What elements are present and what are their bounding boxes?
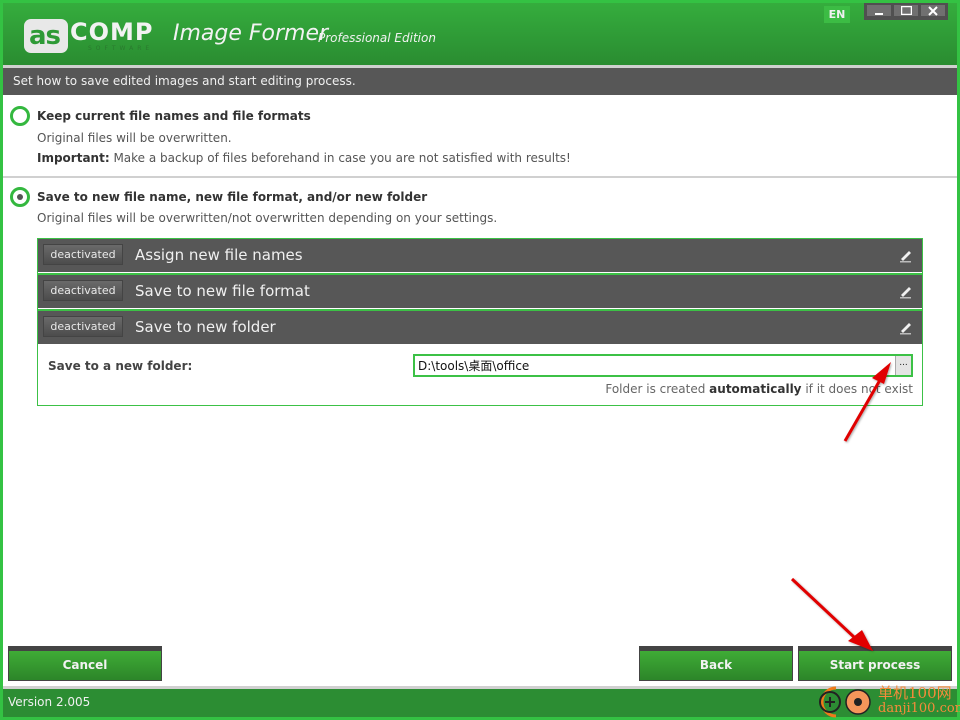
start-process-button[interactable]: Start process — [798, 646, 952, 681]
radio-save-new[interactable] — [10, 187, 30, 207]
browse-folder-button[interactable]: ... — [895, 356, 911, 375]
folder-hint: Folder is created automatically if it do… — [605, 382, 913, 396]
watermark-logo-icon — [819, 686, 871, 718]
edit-icon[interactable] — [898, 247, 914, 263]
option-keep-important: Important: Make a backup of files before… — [37, 151, 571, 165]
instruction-text: Set how to save edited images and start … — [13, 74, 356, 88]
edit-icon[interactable] — [898, 319, 914, 335]
minimize-icon — [875, 12, 883, 15]
option-keep-title[interactable]: Keep current file names and file formats — [37, 109, 311, 123]
watermark-en-text: danji100.com — [878, 701, 960, 716]
important-label: Important: — [37, 151, 110, 165]
maximize-button[interactable] — [894, 5, 918, 16]
back-button[interactable]: Back — [639, 646, 793, 681]
option-save-new-desc: Original files will be overwritten/not o… — [37, 211, 498, 225]
deactivated-toggle[interactable]: deactivated — [43, 316, 123, 337]
minimize-button[interactable] — [867, 5, 891, 16]
row-divider — [38, 273, 922, 275]
row-divider — [38, 309, 922, 311]
version-label: Version 2.005 — [8, 695, 91, 709]
row-label: Assign new file names — [135, 246, 303, 264]
instruction-bar: Set how to save edited images and start … — [3, 65, 957, 95]
app-title: Image Former — [173, 21, 329, 46]
logo-comp-text: COMP — [70, 18, 154, 46]
cancel-button[interactable]: Cancel — [8, 646, 162, 681]
option-separator — [3, 176, 957, 178]
radio-keep-current[interactable] — [10, 106, 30, 126]
row-new-folder[interactable]: deactivated Save to new folder — [38, 311, 922, 344]
watermark: 单机100网 danji100.com — [814, 682, 960, 720]
maximize-icon — [900, 6, 912, 15]
app-edition: Professional Edition — [318, 31, 436, 45]
hint-pre: Folder is created — [605, 382, 710, 396]
hint-post: if it does not exist — [801, 382, 913, 396]
window-controls — [864, 3, 948, 20]
title-bar: as COMP SOFTWARE Image Former Profession… — [3, 3, 957, 65]
deactivated-toggle[interactable]: deactivated — [43, 244, 123, 265]
ascomp-logo: as COMP SOFTWARE — [20, 17, 162, 55]
edit-icon[interactable] — [898, 283, 914, 299]
option-save-new-title[interactable]: Save to new file name, new file format, … — [37, 190, 427, 204]
option-keep-desc: Original files will be overwritten. — [37, 131, 232, 145]
row-label: Save to new file format — [135, 282, 310, 300]
folder-path-input[interactable]: D:\tools\桌面\office — [413, 354, 913, 377]
language-button[interactable]: EN — [824, 6, 850, 23]
deactivated-toggle[interactable]: deactivated — [43, 280, 123, 301]
row-assign-file-names[interactable]: deactivated Assign new file names — [38, 239, 922, 272]
logo-as-text: as — [29, 21, 61, 51]
logo-box: as — [24, 19, 68, 53]
important-text: Make a backup of files beforehand in cas… — [109, 151, 571, 165]
close-icon — [928, 5, 938, 16]
folder-label: Save to a new folder: — [48, 359, 193, 373]
save-settings-panel: deactivated Assign new file names deacti… — [37, 238, 923, 406]
logo-software-text: SOFTWARE — [88, 45, 154, 52]
app-window: as COMP SOFTWARE Image Former Profession… — [0, 0, 960, 720]
content-area: Keep current file names and file formats… — [3, 95, 957, 686]
row-label: Save to new folder — [135, 318, 276, 336]
hint-bold: automatically — [709, 382, 802, 396]
row-new-file-format[interactable]: deactivated Save to new file format — [38, 275, 922, 308]
watermark-cn-text: 单机100网 — [878, 684, 952, 702]
close-button[interactable] — [921, 5, 945, 16]
